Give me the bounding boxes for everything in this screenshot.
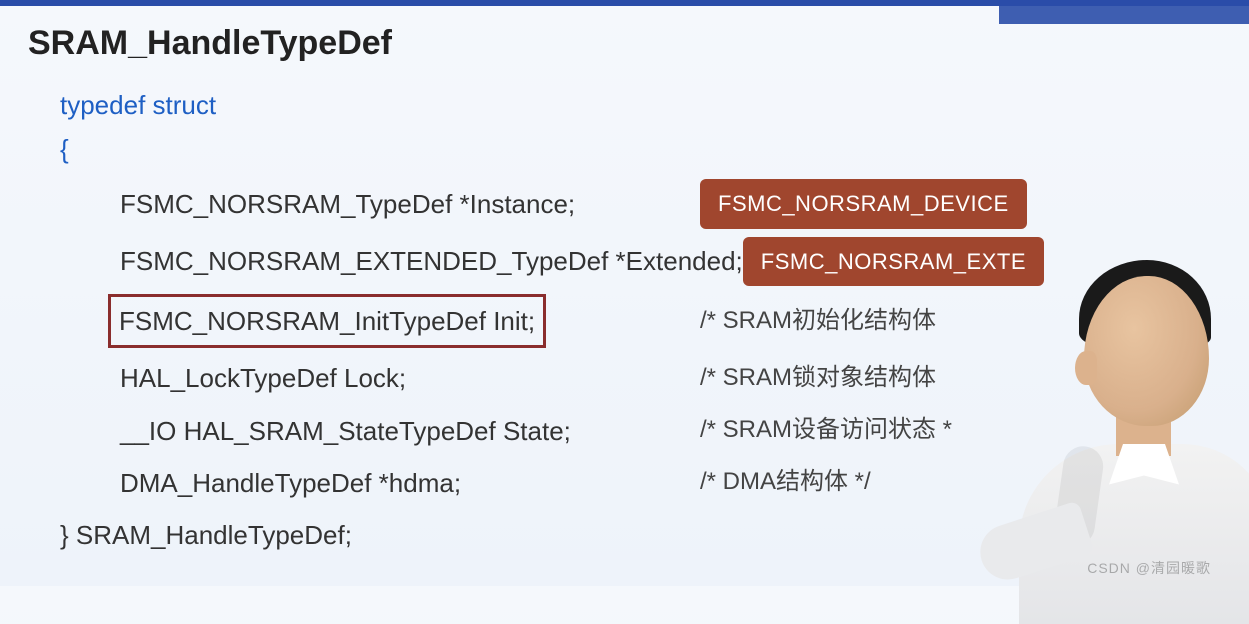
watermark-text: CSDN @清园暖歌	[1087, 558, 1211, 578]
closing-line: } SRAM_HandleTypeDef;	[60, 513, 1209, 557]
member-declaration: FSMC_NORSRAM_TypeDef *Instance;	[60, 182, 700, 226]
member-declaration: FSMC_NORSRAM_InitTypeDef Init;	[60, 294, 700, 348]
open-brace: {	[60, 127, 1209, 171]
struct-member-row: FSMC_NORSRAM_EXTENDED_TypeDef *Extended;…	[60, 237, 1209, 286]
member-comment: /* SRAM设备访问状态 *	[700, 410, 952, 451]
close-brace-typedef: } SRAM_HandleTypeDef;	[60, 520, 352, 550]
struct-member-row: FSMC_NORSRAM_InitTypeDef Init; /* SRAM初始…	[60, 294, 1209, 348]
member-declaration: DMA_HandleTypeDef *hdma;	[60, 461, 700, 505]
top-right-decoration	[999, 0, 1249, 24]
member-comment: /* DMA结构体 */	[700, 462, 871, 503]
struct-member-row: DMA_HandleTypeDef *hdma; /* DMA结构体 */	[60, 461, 1209, 505]
struct-member-row: __IO HAL_SRAM_StateTypeDef State; /* SRA…	[60, 409, 1209, 453]
struct-member-row: HAL_LockTypeDef Lock; /* SRAM锁对象结构体	[60, 356, 1209, 400]
keyword-typedef-struct: typedef struct	[60, 83, 1209, 127]
highlight-box: FSMC_NORSRAM_InitTypeDef Init;	[108, 294, 546, 348]
member-declaration: FSMC_NORSRAM_EXTENDED_TypeDef *Extended;	[60, 239, 743, 283]
value-badge: FSMC_NORSRAM_EXTE	[743, 237, 1044, 286]
member-comment: /* SRAM初始化结构体	[700, 301, 936, 342]
member-declaration: HAL_LockTypeDef Lock;	[60, 356, 700, 400]
member-comment: /* SRAM锁对象结构体	[700, 358, 936, 399]
member-declaration: __IO HAL_SRAM_StateTypeDef State;	[60, 409, 700, 453]
code-block: typedef struct { FSMC_NORSRAM_TypeDef *I…	[0, 73, 1249, 557]
value-badge: FSMC_NORSRAM_DEVICE	[700, 179, 1027, 228]
struct-member-row: FSMC_NORSRAM_TypeDef *Instance; FSMC_NOR…	[60, 179, 1209, 228]
